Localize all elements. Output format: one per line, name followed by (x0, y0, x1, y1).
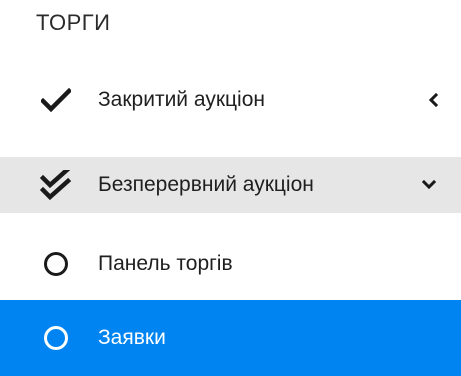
section-title: ТОРГИ (36, 10, 111, 35)
chevron-left-icon[interactable] (424, 91, 442, 109)
double-check-icon (40, 169, 72, 201)
menu-item-trading-panel[interactable]: Панель торгів (0, 236, 461, 292)
menu-item-continuous-auction[interactable]: Безперервний аукціон (0, 157, 461, 213)
trading-menu: ТОРГИ Закритий аукціон Безперервний аукц… (0, 0, 461, 376)
chevron-down-icon[interactable] (420, 176, 438, 194)
menu-item-orders[interactable]: Заявки (0, 300, 461, 376)
menu-item-closed-auction[interactable]: Закритий аукціон (0, 72, 461, 128)
menu-item-label: Панель торгів (98, 252, 233, 275)
menu-item-label: Закритий аукціон (98, 88, 265, 111)
circle-outline-icon (40, 248, 72, 280)
check-icon (40, 84, 72, 116)
menu-item-label: Безперервний аукціон (98, 173, 314, 196)
menu-item-label: Заявки (98, 326, 166, 349)
circle-outline-icon (40, 322, 72, 354)
